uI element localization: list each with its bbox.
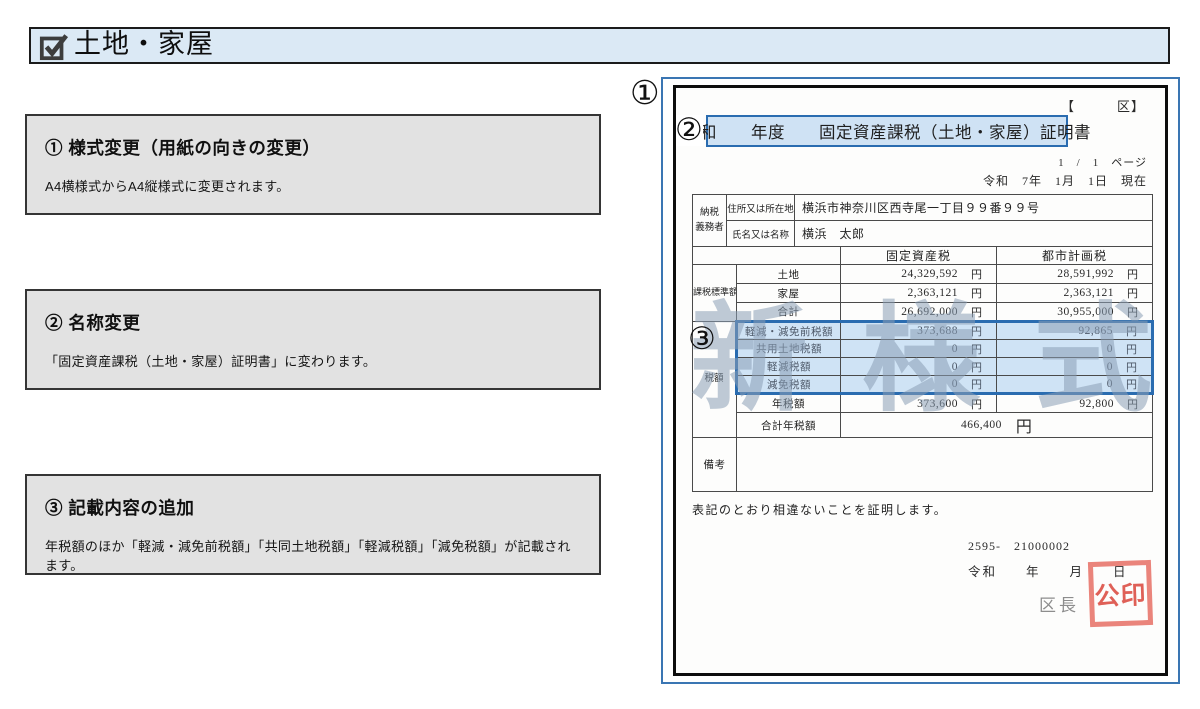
serial-number: 2595- 21000002 xyxy=(968,537,1070,554)
pre-reduction-fixed-value: 373,688円 xyxy=(841,322,997,340)
exemption-fixed-value: 0円 xyxy=(841,376,997,394)
certificate-sample-panel: 【 区】 ② 令和 年度 固定資産課税（土地・家屋）証明書 1 / 1 ページ … xyxy=(661,77,1180,684)
note-body: 「固定資産課税（土地・家屋）証明書」に変わります。 xyxy=(45,351,581,370)
taxpayer-group-label: 納税 義務者 xyxy=(693,195,727,247)
shared-land-fixed-value: 0円 xyxy=(841,340,997,358)
pre-reduction-city-value: 92,865円 xyxy=(997,322,1153,340)
exemption-city-value: 0円 xyxy=(997,376,1153,394)
certificate-page: 【 区】 ② 令和 年度 固定資産課税（土地・家屋）証明書 1 / 1 ページ … xyxy=(673,85,1168,676)
name-label: 氏名又は名称 xyxy=(727,221,795,247)
annotation-circle-2: ② xyxy=(675,115,703,146)
land-city-value: 28,591,992円 xyxy=(997,265,1153,284)
official-seal-stamp: 公印 xyxy=(1088,560,1153,627)
note-title: ③ 記載内容の追加 xyxy=(45,495,581,520)
land-fixed-value: 24,329,592円 xyxy=(841,265,997,284)
row-label-annual-tax: 年税額 xyxy=(737,394,841,413)
page-count-line: 1 / 1 ページ xyxy=(692,154,1149,170)
annual-total-value: 466,400円 xyxy=(841,413,1153,438)
reduction-city-value: 0円 xyxy=(997,358,1153,376)
checked-box-icon xyxy=(39,31,69,61)
page-header: 土地・家屋 xyxy=(29,27,1170,64)
row-label-reduction: 軽減税額 xyxy=(737,358,841,376)
building-fixed-value: 2,363,121円 xyxy=(841,284,997,303)
shared-land-city-value: 0円 xyxy=(997,340,1153,358)
note-title: ① 様式変更（用紙の向きの変更） xyxy=(45,135,581,160)
address-label: 住所又は所在地 xyxy=(727,195,795,221)
certification-statement: 表記のとおり相違ないことを証明します。 xyxy=(692,501,1149,518)
certificate-title: 令和 年度 固定資産課税（土地・家屋）証明書 xyxy=(706,115,1068,147)
fixed-asset-tax-header: 固定資産税 xyxy=(841,247,997,265)
annotation-circle-1: ① xyxy=(630,76,660,109)
total-city-value: 30,955,000円 xyxy=(997,303,1153,322)
tax-table: 固定資産税 都市計画税 課税標準額 土地 24,329,592円 28,591,… xyxy=(692,246,1154,492)
note-box-content-addition: ③ 記載内容の追加 年税額のほか「軽減・減免前税額」「共同土地税額」「軽減税額」… xyxy=(25,474,601,575)
note-title: ② 名称変更 xyxy=(45,310,581,335)
row-label-annual-total: 合計年税額 xyxy=(737,413,841,438)
remarks-label: 備考 xyxy=(693,438,737,492)
row-label-exemption: 減免税額 xyxy=(737,376,841,394)
note-box-format-change: ① 様式変更（用紙の向きの変更） A4横様式からA4縦様式に変更されます。 xyxy=(25,114,601,215)
note-box-name-change: ② 名称変更 「固定資産課税（土地・家屋）証明書」に変わります。 xyxy=(25,289,601,390)
row-label-building: 家屋 xyxy=(737,284,841,303)
taxpayer-table: 納税 義務者 住所又は所在地 横浜市神奈川区西寺尾一丁目９９番９９号 氏名又は名… xyxy=(692,194,1153,247)
remarks-value-empty xyxy=(737,438,1153,492)
certificate-title-row: ② 令和 年度 固定資産課税（土地・家屋）証明書 xyxy=(706,115,1068,147)
annual-fixed-value: 373,600円 xyxy=(841,394,997,413)
total-fixed-value: 26,692,000円 xyxy=(841,303,997,322)
ward-bracket: 【 区】 xyxy=(692,96,1149,112)
building-city-value: 2,363,121円 xyxy=(997,284,1153,303)
row-label-pre-reduction: 軽減・減免前税額 xyxy=(737,322,841,340)
empty-corner-cell xyxy=(693,247,841,265)
note-body: A4横様式からA4縦様式に変更されます。 xyxy=(45,176,581,195)
row-label-shared-land: 共用土地税額 xyxy=(737,340,841,358)
ward-mayor-label: 区長 xyxy=(1039,591,1079,616)
address-value: 横浜市神奈川区西寺尾一丁目９９番９９号 xyxy=(795,195,1153,221)
row-label-land: 土地 xyxy=(737,265,841,284)
as-of-date-line: 令和 7年 1月 1日 現在 xyxy=(692,172,1149,189)
city-planning-tax-header: 都市計画税 xyxy=(997,247,1153,265)
annual-city-value: 92,800円 xyxy=(997,394,1153,413)
tax-base-group-label: 課税標準額 xyxy=(693,265,737,322)
note-body: 年税額のほか「軽減・減免前税額」「共同土地税額」「軽減税額」「減免税額」が記載さ… xyxy=(45,536,581,574)
reduction-fixed-value: 0円 xyxy=(841,358,997,376)
row-label-total: 合計 xyxy=(737,303,841,322)
page-title: 土地・家屋 xyxy=(74,31,214,60)
annotation-circle-3: ③ xyxy=(688,324,716,355)
name-value: 横浜 太郎 xyxy=(795,221,1153,247)
